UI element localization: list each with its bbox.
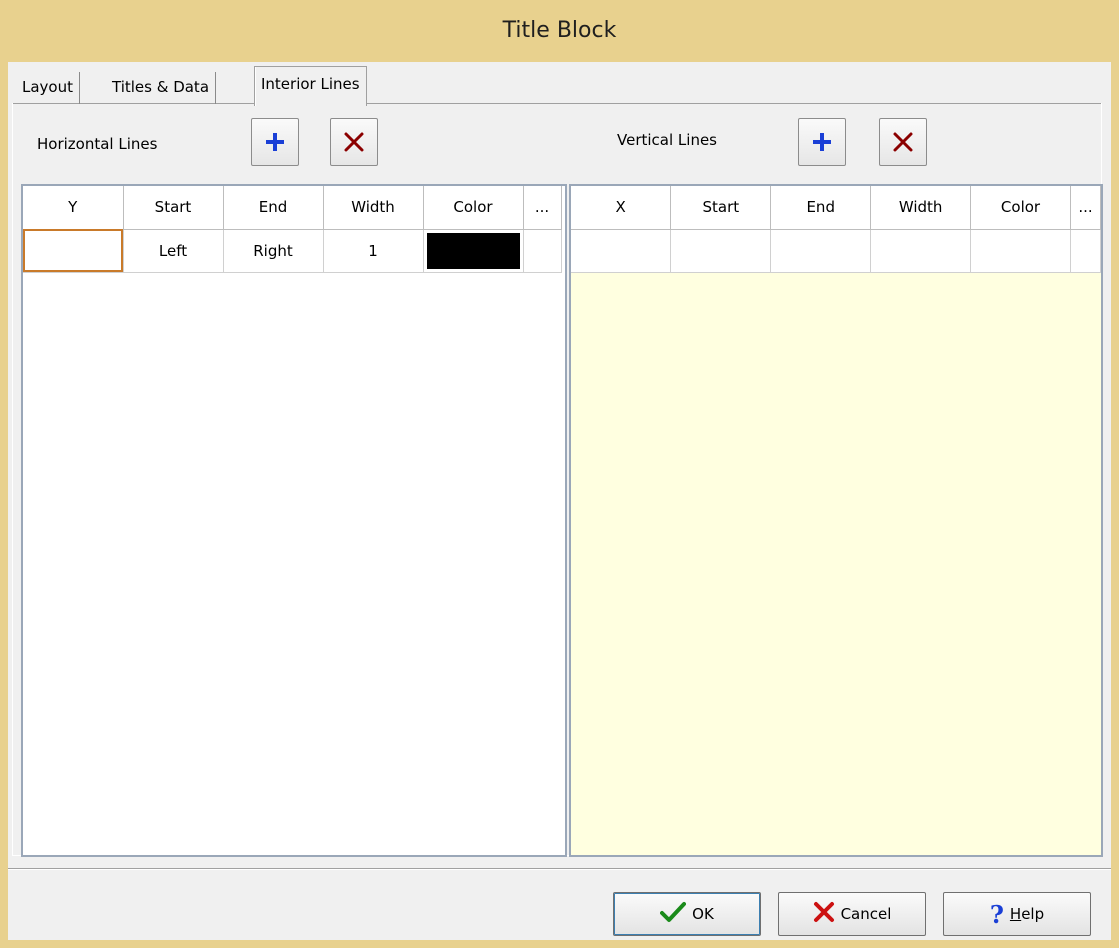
cell-more[interactable] bbox=[1070, 229, 1101, 273]
question-icon: ? bbox=[989, 899, 1004, 929]
cell-color[interactable] bbox=[423, 229, 524, 273]
vertical-lines-label: Vertical Lines bbox=[617, 131, 717, 149]
vertical-lines-grid[interactable]: X Start End Width Color ... bbox=[569, 184, 1103, 857]
tab-interior-lines[interactable]: Interior Lines bbox=[254, 66, 367, 106]
cell-width[interactable] bbox=[870, 229, 972, 273]
column-header-y[interactable]: Y bbox=[23, 186, 124, 230]
table-row[interactable] bbox=[571, 229, 1101, 273]
cancel-label: Cancel bbox=[840, 905, 892, 923]
column-header-start[interactable]: Start bbox=[670, 186, 772, 230]
column-header-end[interactable]: End bbox=[223, 186, 324, 230]
cell-y[interactable]: 2.5 bbox=[23, 229, 124, 273]
column-header-width[interactable]: Width bbox=[323, 186, 424, 230]
cell-start[interactable] bbox=[670, 229, 772, 273]
delete-vertical-line-button[interactable] bbox=[879, 118, 927, 166]
table-row[interactable]: 2.5 Left Right 1 bbox=[23, 229, 562, 273]
column-header-width[interactable]: Width bbox=[870, 186, 972, 230]
add-icon bbox=[264, 131, 286, 153]
column-header-more[interactable]: ... bbox=[1070, 186, 1101, 230]
cancel-button[interactable]: Cancel bbox=[778, 892, 926, 936]
cell-width[interactable]: 1 bbox=[323, 229, 424, 273]
help-label: Help bbox=[1009, 905, 1045, 923]
cell-start[interactable]: Left bbox=[123, 229, 224, 273]
interior-lines-panel: Horizontal Lines Vertical Lines Y Start … bbox=[12, 103, 1103, 857]
add-horizontal-line-button[interactable] bbox=[251, 118, 299, 166]
tab-titles-data[interactable]: Titles & Data bbox=[106, 72, 217, 104]
horizontal-lines-grid[interactable]: Y Start End Width Color ... 2.5 Left Rig… bbox=[21, 184, 567, 857]
tab-layout[interactable]: Layout bbox=[16, 72, 80, 104]
column-header-end[interactable]: End bbox=[770, 186, 872, 230]
delete-icon bbox=[892, 131, 914, 153]
cell-x[interactable] bbox=[571, 229, 672, 273]
column-header-color[interactable]: Color bbox=[423, 186, 524, 230]
add-vertical-line-button[interactable] bbox=[798, 118, 846, 166]
cell-end[interactable] bbox=[770, 229, 872, 273]
help-button[interactable]: ? Help bbox=[943, 892, 1091, 936]
cell-end[interactable]: Right bbox=[223, 229, 324, 273]
add-icon bbox=[811, 131, 833, 153]
horizontal-lines-label: Horizontal Lines bbox=[37, 135, 158, 153]
vertical-lines-table: X Start End Width Color ... bbox=[571, 186, 1101, 273]
dialog-client: Layout Titles & Data Interior Lines Hori… bbox=[8, 62, 1111, 940]
ok-button[interactable]: OK bbox=[613, 892, 761, 936]
color-swatch bbox=[426, 232, 520, 269]
checkmark-icon bbox=[660, 901, 687, 927]
horizontal-lines-table: Y Start End Width Color ... 2.5 Left Rig… bbox=[23, 186, 562, 273]
cell-more[interactable] bbox=[523, 229, 562, 273]
cell-color[interactable] bbox=[970, 229, 1071, 273]
ok-label: OK bbox=[692, 905, 714, 923]
window-title: Title Block bbox=[0, 0, 1119, 62]
column-header-start[interactable]: Start bbox=[123, 186, 224, 230]
x-icon bbox=[813, 901, 835, 927]
column-header-x[interactable]: X bbox=[571, 186, 672, 230]
delete-horizontal-line-button[interactable] bbox=[330, 118, 378, 166]
footer-divider bbox=[8, 868, 1111, 870]
tab-strip: Layout Titles & Data Interior Lines bbox=[12, 64, 1102, 106]
delete-icon bbox=[343, 131, 365, 153]
column-header-color[interactable]: Color bbox=[970, 186, 1071, 230]
column-header-more[interactable]: ... bbox=[523, 186, 562, 230]
